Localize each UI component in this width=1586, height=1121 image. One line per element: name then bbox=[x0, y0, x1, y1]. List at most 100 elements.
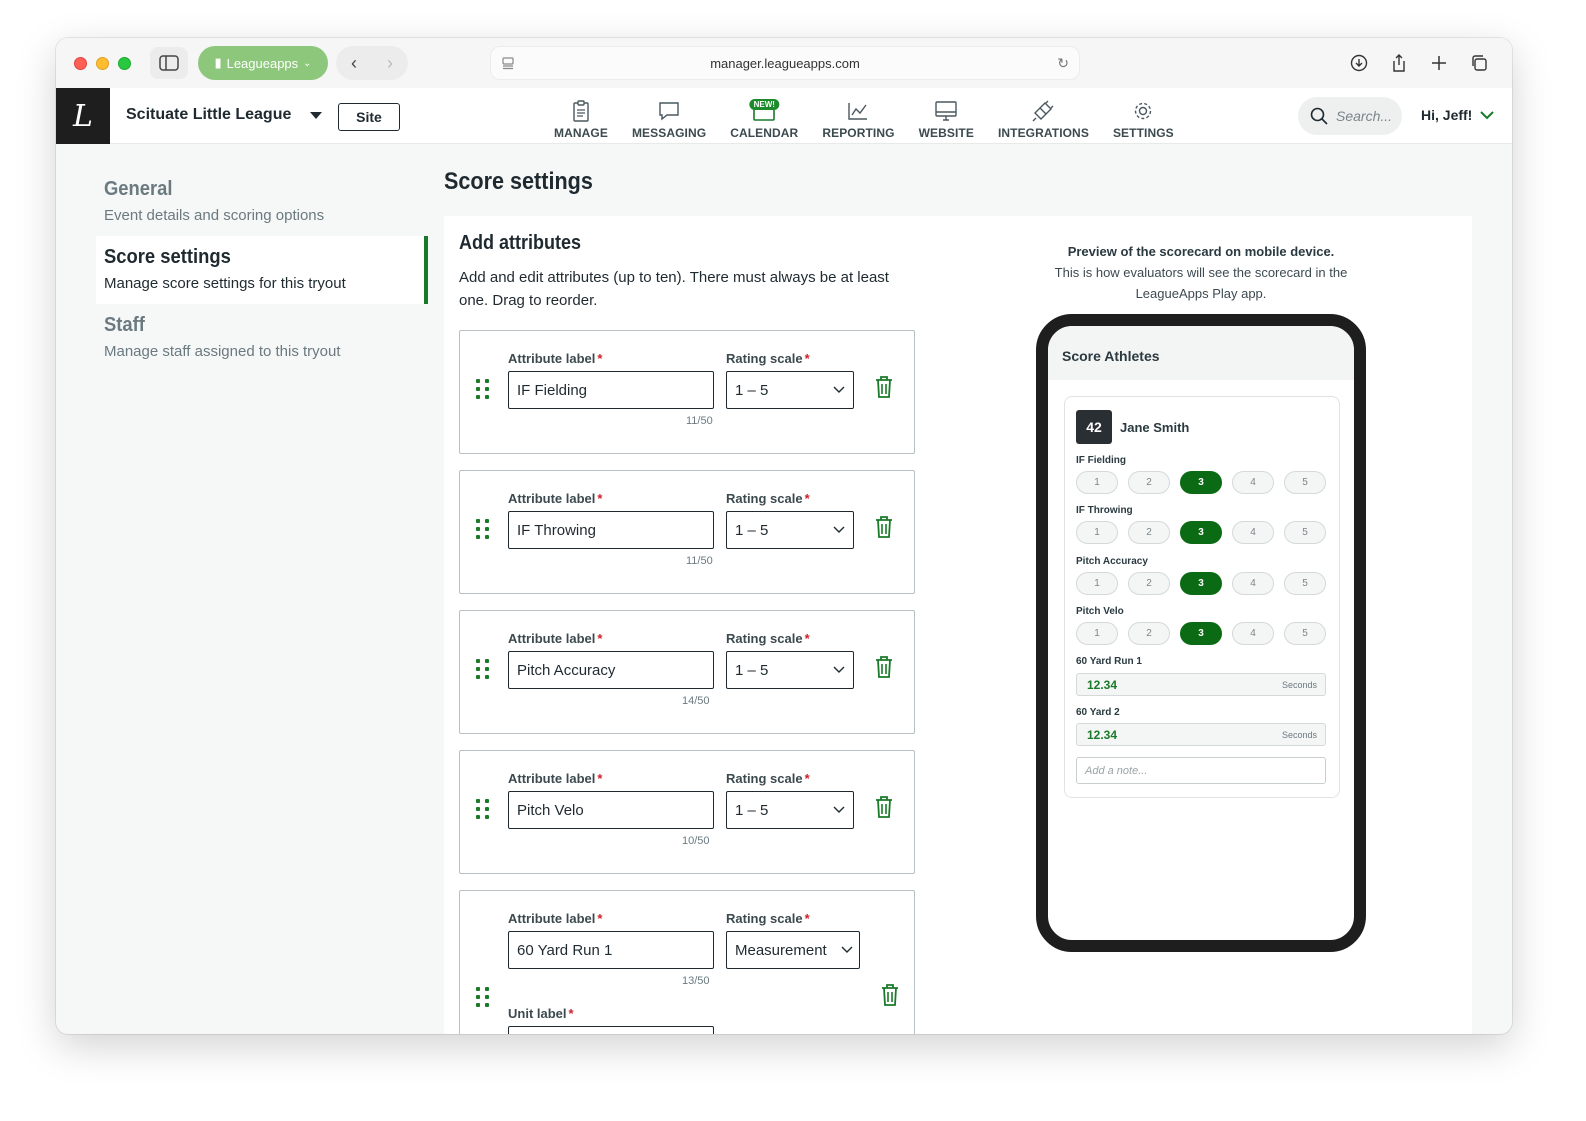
sidebar-item-staff[interactable]: Staff Manage staff assigned to this tryo… bbox=[96, 304, 428, 372]
sidebar-item-general[interactable]: General Event details and scoring option… bbox=[96, 168, 428, 236]
browser-actions bbox=[1346, 50, 1492, 76]
attribute-label-input[interactable]: Pitch Velo bbox=[508, 791, 714, 829]
rating-pill[interactable]: 2 bbox=[1128, 471, 1170, 494]
browser-toolbar: ▮ Leagueapps ⌄ ‹ › manager.leagueapps.co… bbox=[56, 38, 1512, 88]
close-window-button[interactable] bbox=[74, 57, 87, 70]
chevron-down-icon bbox=[833, 386, 845, 393]
forward-arrow-icon[interactable]: › bbox=[387, 53, 393, 74]
sidebar-toggle-icon[interactable] bbox=[150, 47, 188, 79]
rating-pill[interactable]: 1 bbox=[1076, 572, 1118, 595]
rating-pill[interactable]: 5 bbox=[1284, 521, 1326, 544]
rating-scale-select[interactable]: 1 – 5 bbox=[726, 651, 854, 689]
measurement-input[interactable]: 12.34 Seconds bbox=[1076, 673, 1326, 696]
nav-manage[interactable]: MANAGE bbox=[542, 92, 620, 140]
settings-sidebar: General Event details and scoring option… bbox=[96, 168, 428, 372]
zoom-window-button[interactable] bbox=[118, 57, 131, 70]
rating-pill[interactable]: 4 bbox=[1232, 622, 1274, 645]
nav-integrations[interactable]: INTEGRATIONS bbox=[986, 92, 1101, 140]
rating-pill-selected[interactable]: 3 bbox=[1180, 572, 1222, 595]
rating-scale-value: 1 – 5 bbox=[735, 661, 769, 679]
rating-pill-selected[interactable]: 3 bbox=[1180, 471, 1222, 494]
char-counter: 11/50 bbox=[686, 415, 713, 427]
rating-pill[interactable]: 2 bbox=[1128, 572, 1170, 595]
rating-pill[interactable]: 1 bbox=[1076, 622, 1118, 645]
rating-scale-heading: Rating scale * bbox=[726, 491, 810, 506]
rating-pill[interactable]: 4 bbox=[1232, 521, 1274, 544]
note-input[interactable]: Add a note... bbox=[1076, 757, 1326, 784]
rating-pill-selected[interactable]: 3 bbox=[1180, 622, 1222, 645]
share-icon[interactable] bbox=[1386, 50, 1412, 76]
attribute-label-input[interactable]: IF Throwing bbox=[508, 511, 714, 549]
trash-icon[interactable] bbox=[874, 795, 894, 824]
app-header: L Scituate Little League Site MANAGE MES… bbox=[56, 88, 1512, 144]
drag-handle-icon[interactable] bbox=[476, 987, 490, 1007]
chart-icon bbox=[847, 98, 869, 124]
leagueapps-logo[interactable]: L bbox=[56, 88, 110, 144]
chevron-down-icon bbox=[833, 806, 845, 813]
browser-window: ▮ Leagueapps ⌄ ‹ › manager.leagueapps.co… bbox=[56, 38, 1512, 1034]
nav-calendar[interactable]: NEW! CALENDAR bbox=[718, 92, 810, 140]
measurement-unit: Seconds bbox=[1281, 679, 1317, 690]
rating-pill[interactable]: 5 bbox=[1284, 572, 1326, 595]
org-caret-down-icon[interactable] bbox=[310, 112, 322, 119]
measurement-input[interactable]: 12.34 Seconds bbox=[1076, 723, 1326, 746]
address-bar[interactable]: manager.leagueapps.com ↻ bbox=[490, 46, 1080, 80]
rating-label: Pitch Accuracy bbox=[1076, 556, 1148, 567]
scorecard: 42 Jane Smith IF Fielding 1 2 3 4 5 IF T… bbox=[1064, 396, 1340, 798]
attribute-card: Attribute label * Rating scale * Pitch Vel… bbox=[459, 750, 915, 874]
reload-icon[interactable]: ↻ bbox=[1057, 55, 1069, 72]
rating-pill[interactable]: 1 bbox=[1076, 471, 1118, 494]
measurement-label: 60 Yard Run 1 bbox=[1076, 656, 1142, 667]
rating-scale-select[interactable]: 1 – 5 bbox=[726, 791, 854, 829]
trash-icon[interactable] bbox=[874, 655, 894, 684]
rating-scale-select[interactable]: 1 – 5 bbox=[726, 371, 854, 409]
download-icon[interactable] bbox=[1346, 50, 1372, 76]
tab-overview-icon[interactable] bbox=[1466, 50, 1492, 76]
minimize-window-button[interactable] bbox=[96, 57, 109, 70]
rating-pill[interactable]: 4 bbox=[1232, 572, 1274, 595]
search-input[interactable]: Search... bbox=[1298, 97, 1402, 135]
attribute-label-heading: Attribute label * bbox=[508, 911, 603, 926]
rating-scale-value: Measurement bbox=[735, 941, 827, 959]
profile-icon: ▮ bbox=[214, 55, 222, 70]
nav-settings[interactable]: SETTINGS bbox=[1101, 92, 1186, 140]
rating-scale-heading: Rating scale * bbox=[726, 351, 810, 366]
profile-switcher[interactable]: ▮ Leagueapps ⌄ bbox=[198, 46, 328, 80]
measurement-value: 12.34 bbox=[1087, 677, 1118, 692]
rating-pill[interactable]: 2 bbox=[1128, 521, 1170, 544]
attribute-label-heading: Attribute label * bbox=[508, 631, 603, 646]
nav-reporting[interactable]: REPORTING bbox=[810, 92, 906, 140]
rating-pill[interactable]: 5 bbox=[1284, 471, 1326, 494]
rating-pill[interactable]: 2 bbox=[1128, 622, 1170, 645]
rating-pills: 1 2 3 4 5 bbox=[1076, 521, 1326, 544]
attributes-panel: Add attributes Add and edit attributes (… bbox=[444, 216, 1472, 1034]
drag-handle-icon[interactable] bbox=[476, 519, 490, 539]
attribute-label-input[interactable]: 60 Yard Run 1 bbox=[508, 931, 714, 969]
drag-handle-icon[interactable] bbox=[476, 659, 490, 679]
sidebar-item-score-settings[interactable]: Score settings Manage score settings for… bbox=[96, 236, 428, 304]
back-arrow-icon[interactable]: ‹ bbox=[351, 53, 357, 74]
rating-pill-selected[interactable]: 3 bbox=[1180, 521, 1222, 544]
attribute-label-input[interactable]: Pitch Accuracy bbox=[508, 651, 714, 689]
trash-icon[interactable] bbox=[880, 983, 900, 1012]
trash-icon[interactable] bbox=[874, 515, 894, 544]
nav-website[interactable]: WEBSITE bbox=[907, 92, 986, 140]
rating-scale-select[interactable]: Measurement bbox=[726, 931, 860, 969]
rating-pill[interactable]: 1 bbox=[1076, 521, 1118, 544]
rating-scale-select[interactable]: 1 – 5 bbox=[726, 511, 854, 549]
trash-icon[interactable] bbox=[874, 375, 894, 404]
drag-handle-icon[interactable] bbox=[476, 799, 490, 819]
rating-pill[interactable]: 4 bbox=[1232, 471, 1274, 494]
nav-messaging[interactable]: MESSAGING bbox=[620, 92, 718, 140]
drag-handle-icon[interactable] bbox=[476, 379, 490, 399]
user-menu[interactable]: Hi, Jeff! bbox=[1421, 107, 1495, 123]
site-button[interactable]: Site bbox=[338, 103, 400, 131]
page-settings-icon[interactable] bbox=[501, 56, 515, 73]
rating-pill[interactable]: 5 bbox=[1284, 622, 1326, 645]
phone-preview: Score Athletes 42 Jane Smith IF Fielding… bbox=[1036, 314, 1366, 952]
org-name[interactable]: Scituate Little League bbox=[126, 106, 291, 124]
search-icon bbox=[1310, 107, 1328, 125]
unit-label-input[interactable] bbox=[508, 1026, 714, 1034]
attribute-label-input[interactable]: IF Fielding bbox=[508, 371, 714, 409]
new-tab-icon[interactable] bbox=[1426, 50, 1452, 76]
